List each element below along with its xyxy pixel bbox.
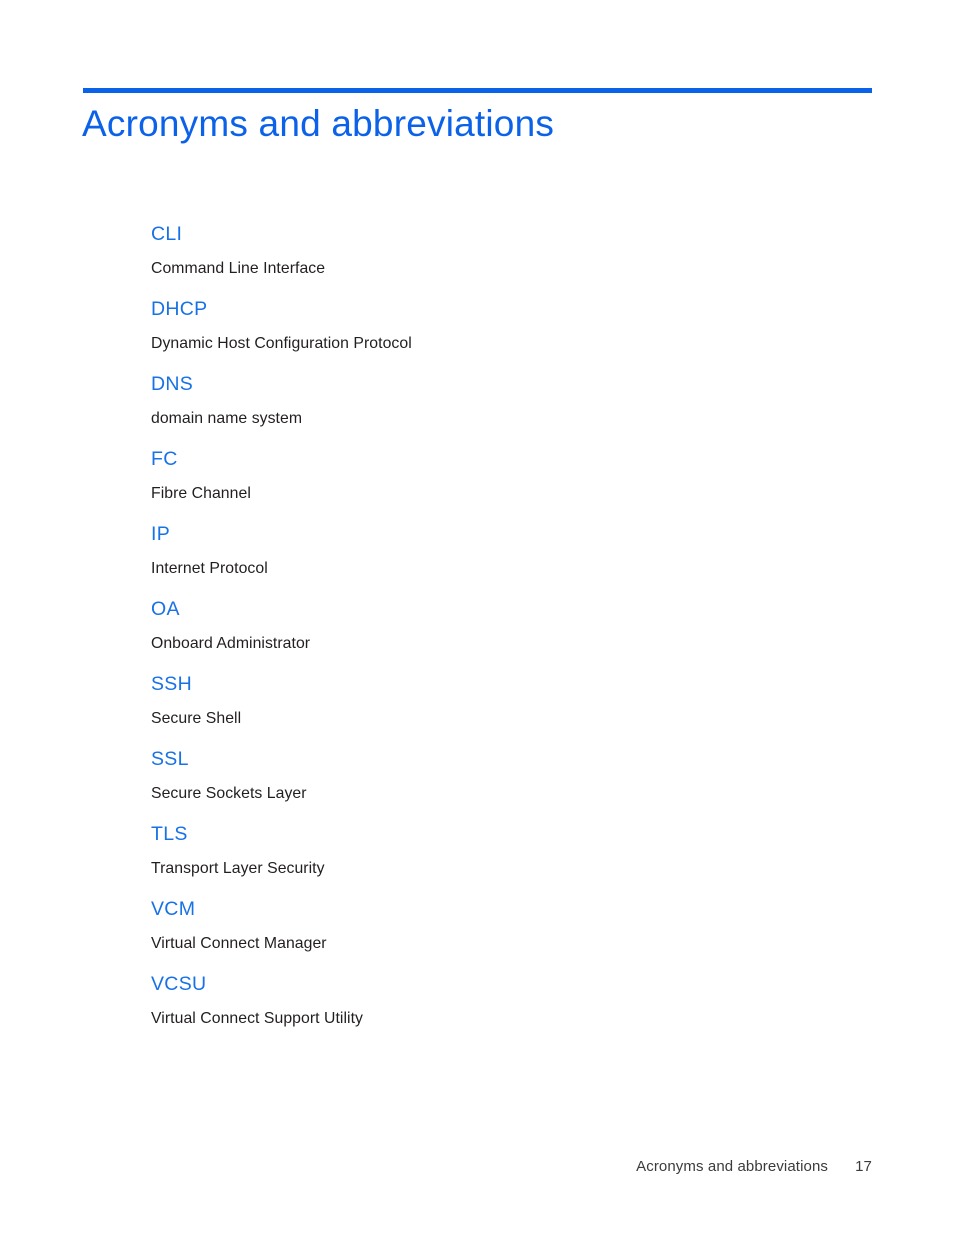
glossary-term: TLS [151,823,188,845]
page-title: Acronyms and abbreviations [82,103,555,144]
glossary-definition: Transport Layer Security [151,860,325,877]
glossary-definition: Virtual Connect Manager [151,935,327,952]
glossary-definition: Dynamic Host Configuration Protocol [151,335,412,352]
footer-page-number: 17 [855,1158,872,1175]
glossary-term: OA [151,598,180,620]
glossary-term: VCSU [151,973,207,995]
glossary-term: VCM [151,898,196,920]
footer-section-title: Acronyms and abbreviations [636,1158,828,1175]
glossary-definition: domain name system [151,410,303,427]
glossary-entry: SSL Secure Sockets Layer [151,747,872,822]
heading-accent-rule [83,88,872,93]
glossary-term: FC [151,448,178,470]
glossary-entry: IP Internet Protocol [151,522,872,597]
glossary-entry: CLI Command Line Interface [151,222,872,297]
glossary-definition: Secure Shell [151,710,242,727]
glossary-definition: Internet Protocol [151,560,268,577]
page-footer: Acronyms and abbreviations 17 [83,1157,872,1177]
glossary-term: SSL [151,748,189,770]
glossary-entry: FC Fibre Channel [151,447,872,522]
glossary-entry: DHCP Dynamic Host Configuration Protocol [151,297,872,372]
glossary-list: CLI Command Line Interface DHCP Dynamic Hos… [151,222,872,1047]
glossary-term: CLI [151,223,183,245]
glossary-definition: Virtual Connect Support Utility [151,1010,363,1027]
glossary-definition: Onboard Administrator [151,635,311,652]
glossary-term: DNS [151,373,194,395]
glossary-definition: Command Line Interface [151,260,326,277]
glossary-entry: VCSU Virtual Connect Support Utility [151,972,872,1047]
glossary-entry: TLS Transport Layer Security [151,822,872,897]
glossary-definition: Secure Sockets Layer [151,785,307,802]
glossary-entry: DNS domain name system [151,372,872,447]
glossary-term: DHCP [151,298,208,320]
glossary-definition: Fibre Channel [151,485,251,502]
glossary-term: IP [151,523,171,545]
glossary-term: SSH [151,673,192,695]
glossary-entry: VCM Virtual Connect Manager [151,897,872,972]
glossary-entry: OA Onboard Administrator [151,597,872,672]
glossary-entry: SSH Secure Shell [151,672,872,747]
document-page: Acronyms and abbreviations CLI Command Li… [0,0,954,1235]
